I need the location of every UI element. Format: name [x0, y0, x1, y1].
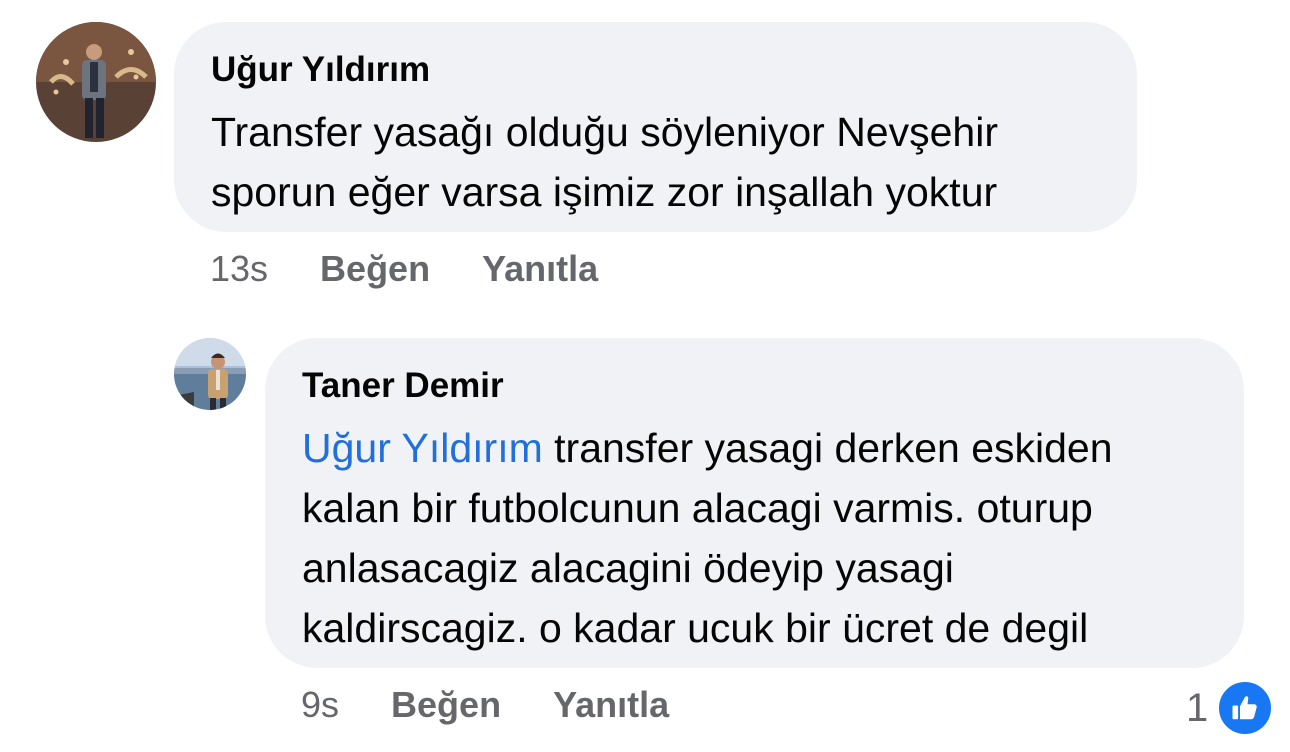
- reaction-count: 1: [1186, 685, 1209, 730]
- avatar[interactable]: [36, 22, 156, 142]
- comment-timestamp[interactable]: 13s: [210, 248, 268, 290]
- like-button[interactable]: Beğen: [391, 684, 501, 726]
- comment-text-line: Transfer yasağı olduğu söyleniyor Nevşeh…: [211, 109, 998, 155]
- comment-bubble: Uğur Yıldırım Transfer yasağı olduğu söy…: [174, 22, 1137, 232]
- reaction-summary[interactable]: 1: [1186, 679, 1275, 737]
- comment-timestamp[interactable]: 9s: [301, 684, 339, 726]
- comment-text: Uğur Yıldırım transfer yasagi derken esk…: [302, 418, 1208, 658]
- profile-photo: [174, 338, 246, 410]
- comment-text-line: kaldirscagiz. o kadar ucuk bir ücret de …: [302, 605, 1089, 651]
- avatar[interactable]: [174, 338, 246, 410]
- comment-text-line: Uğur Yıldırım transfer yasagi derken esk…: [302, 418, 1208, 478]
- profile-photo: [36, 22, 156, 142]
- reply-button[interactable]: Yanıtla: [553, 684, 669, 726]
- comment-author[interactable]: Uğur Yıldırım: [211, 50, 1101, 90]
- comment-author[interactable]: Taner Demir: [302, 366, 1208, 406]
- comment-text-line: anlasacagiz alacagini ödeyip yasagi: [302, 545, 954, 591]
- reply-button[interactable]: Yanıtla: [482, 248, 598, 290]
- like-button[interactable]: Beğen: [320, 248, 430, 290]
- mention-link[interactable]: Uğur Yıldırım: [302, 425, 543, 471]
- comment-text: Transfer yasağı olduğu söyleniyor Nevşeh…: [211, 102, 1101, 222]
- thumbs-up-icon: [1216, 679, 1275, 737]
- comment-thread: Uğur Yıldırım Transfer yasağı olduğu söy…: [0, 0, 1290, 752]
- comment-text-line: kalan bir futbolcunun alacagi varmis. ot…: [302, 485, 1093, 531]
- comment-bubble: Taner Demir Uğur Yıldırım transfer yasag…: [265, 338, 1244, 668]
- comment-actions: 9s Beğen Yanıtla: [301, 684, 721, 726]
- comment-text-line: sporun eğer varsa işimiz zor inşallah yo…: [211, 169, 998, 215]
- comment-actions: 13s Beğen Yanıtla: [210, 248, 650, 290]
- comment-text-segment: transfer yasagi derken eskiden: [542, 425, 1113, 471]
